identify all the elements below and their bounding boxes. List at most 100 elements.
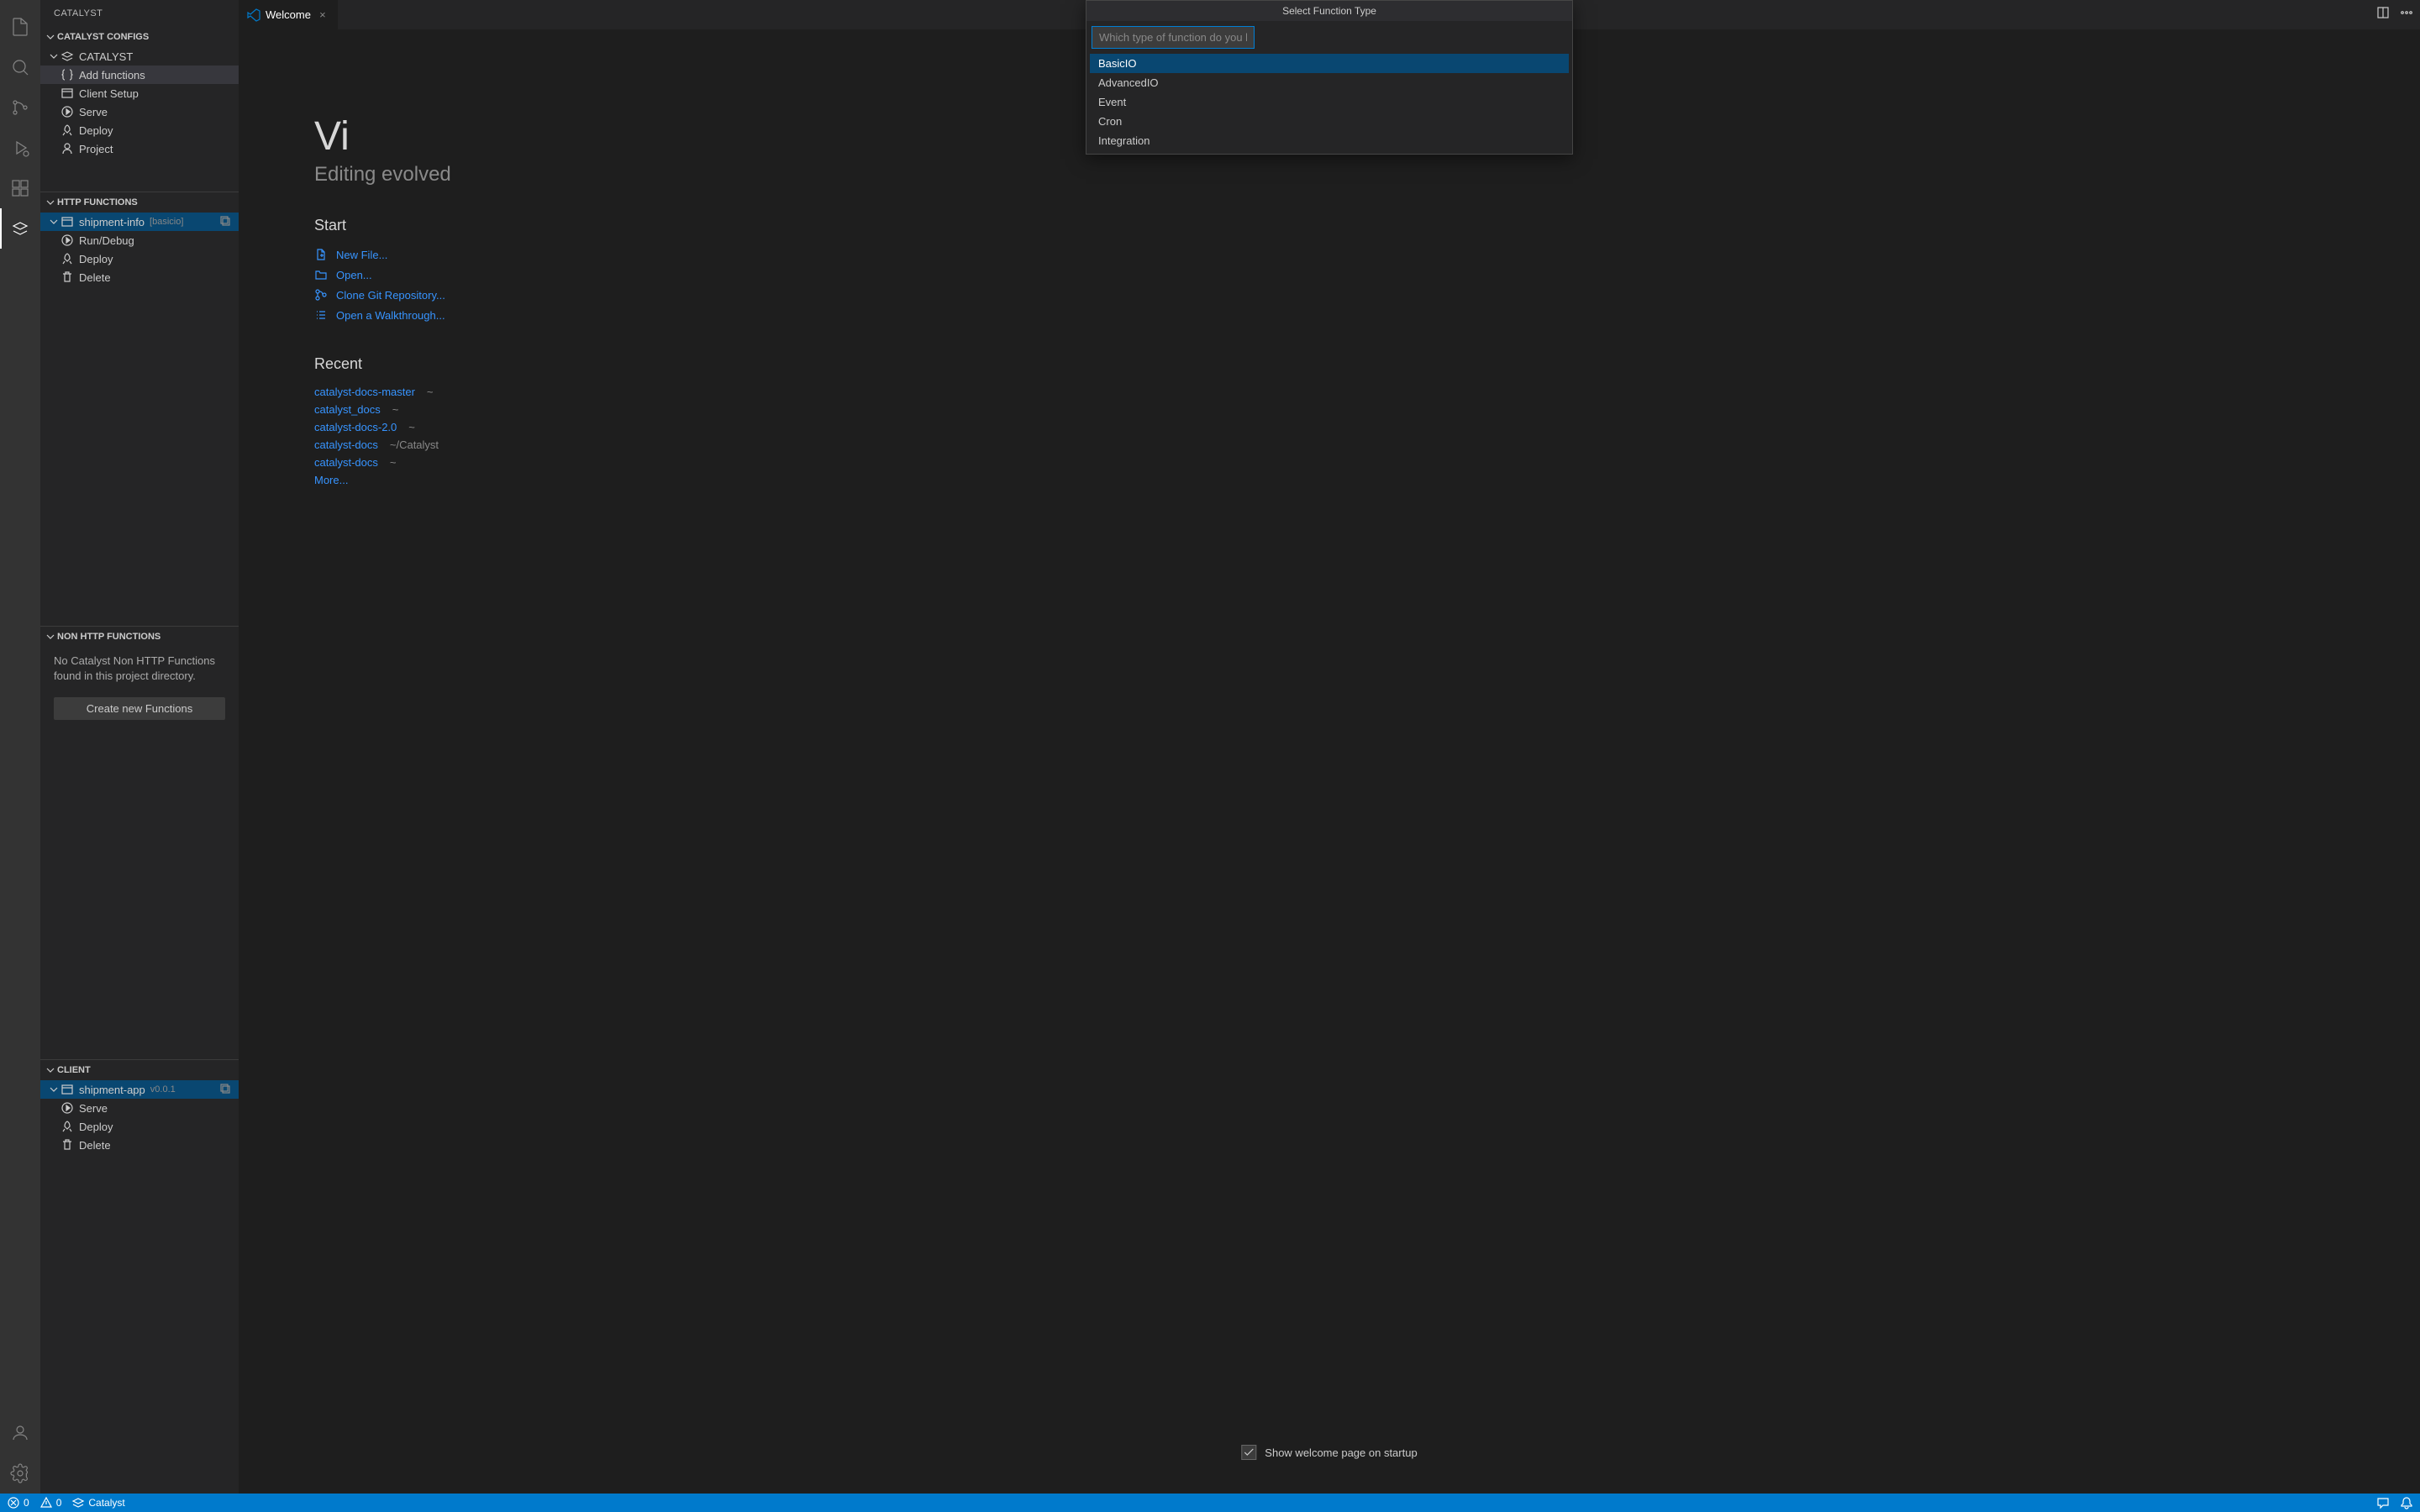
tree-item-deploy[interactable]: Deploy [40,121,239,139]
section-header-client[interactable]: CLIENT [40,1060,239,1080]
startup-checkbox[interactable] [1241,1445,1256,1460]
quickpick-input[interactable] [1092,26,1255,49]
section-header-label: NON HTTP FUNCTIONS [57,632,160,642]
recent-item[interactable]: catalyst_docs ~ [314,401,2420,418]
recent-item[interactable]: catalyst-docs ~/Catalyst [314,436,2420,454]
quickpick-item-integration[interactable]: Integration [1090,131,1569,150]
close-icon[interactable]: × [316,8,329,21]
settings-gear-icon[interactable] [0,1453,40,1494]
tree-item-client-delete[interactable]: Delete [40,1136,239,1154]
start-open[interactable]: Open... [314,265,2420,285]
tree-item-client-deploy[interactable]: Deploy [40,1117,239,1136]
tree-label: CATALYST [79,50,133,63]
start-clone[interactable]: Clone Git Repository... [314,285,2420,305]
bell-icon[interactable] [2400,1496,2413,1509]
recent-header: Recent [314,355,2420,373]
copy-icon[interactable] [218,214,232,230]
search-icon[interactable] [0,47,40,87]
copy-icon[interactable] [218,1082,232,1098]
recent-path: ~ [392,403,399,416]
tab-welcome[interactable]: Welcome × [239,0,339,29]
window-icon [60,87,74,100]
tree-label: Serve [79,1102,108,1115]
create-functions-button[interactable]: Create new Functions [54,697,225,720]
startup-label: Show welcome page on startup [1265,1446,1417,1459]
tree-label: Project [79,143,113,155]
status-tool-label: Catalyst [88,1497,124,1509]
recent-item[interactable]: catalyst-docs ~ [314,454,2420,471]
more-icon[interactable] [2400,6,2413,24]
chevron-down-icon [44,630,57,643]
trash-icon [60,1138,74,1152]
tree-tag: v0.0.1 [150,1084,176,1095]
section-header-http[interactable]: HTTP FUNCTIONS [40,192,239,213]
vscode-icon [247,8,260,22]
recent-path: ~/Catalyst [390,438,439,451]
quickpick-item-event[interactable]: Event [1090,92,1569,112]
recent-name: catalyst-docs-master [314,386,415,398]
rocket-icon [60,252,74,265]
section-header-nonhttp[interactable]: NON HTTP FUNCTIONS [40,627,239,647]
tree-item-shipment-app[interactable]: shipment-app v0.0.1 [40,1080,239,1099]
status-errors[interactable]: 0 [7,1496,29,1509]
recent-item[interactable]: catalyst-docs-master ~ [314,383,2420,401]
list-icon [314,308,328,322]
tree-item-run-debug[interactable]: Run/Debug [40,231,239,249]
tree-item-shipment-info[interactable]: shipment-info [basicio] [40,213,239,231]
tree-item-project[interactable]: Project [40,139,239,158]
tree-item-serve[interactable]: Serve [40,102,239,121]
tree-label: Client Setup [79,87,139,100]
tree-label: Deploy [79,253,113,265]
section-header-label: CLIENT [57,1065,91,1075]
new-file-icon [314,248,328,261]
tab-label: Welcome [266,8,311,21]
recent-more[interactable]: More... [314,471,2420,489]
feedback-icon[interactable] [2376,1496,2390,1509]
section-header-configs[interactable]: CATALYST CONFIGS [40,27,239,47]
recent-name: catalyst-docs [314,456,378,469]
section-header-label: CATALYST CONFIGS [57,32,149,42]
accounts-icon[interactable] [0,1413,40,1453]
tree-root-catalyst[interactable]: CATALYST [40,47,239,66]
recent-item[interactable]: catalyst-docs-2.0 ~ [314,418,2420,436]
status-error-count: 0 [24,1497,29,1509]
recent-path: ~ [408,421,415,433]
status-tool[interactable]: Catalyst [71,1496,124,1509]
window-icon [60,215,74,228]
tree-label: Deploy [79,124,113,137]
editor-area: Welcome × Vi Editing evolved Start New F… [239,0,2420,1494]
sidebar: CATALYST CATALYST CONFIGS CATALYST Add f… [40,0,239,1494]
tree-label: Delete [79,271,111,284]
run-debug-icon[interactable] [0,128,40,168]
quickpick-list: BasicIO AdvancedIO Event Cron Integratio… [1086,54,1572,154]
trash-icon [60,270,74,284]
section-header-label: HTTP FUNCTIONS [57,197,138,207]
tree-item-http-deploy[interactable]: Deploy [40,249,239,268]
catalyst-icon[interactable] [0,208,40,249]
start-walkthrough[interactable]: Open a Walkthrough... [314,305,2420,325]
explorer-icon[interactable] [0,7,40,47]
startup-checkbox-row: Show welcome page on startup [1241,1445,1417,1460]
tree-item-client-setup[interactable]: Client Setup [40,84,239,102]
extensions-icon[interactable] [0,168,40,208]
start-header: Start [314,217,2420,234]
tree-tag: [basicio] [150,217,183,227]
git-icon [314,288,328,302]
quickpick-title: Select Function Type [1086,1,1572,21]
status-warnings[interactable]: 0 [39,1496,62,1509]
quickpick-item-basicio[interactable]: BasicIO [1090,54,1569,73]
tree-item-add-functions[interactable]: Add functions [40,66,239,84]
quickpick-item-cron[interactable]: Cron [1090,112,1569,131]
rocket-icon [60,123,74,137]
empty-message: No Catalyst Non HTTP Functions found in … [40,647,239,690]
play-icon [60,1101,74,1115]
quickpick-item-advancedio[interactable]: AdvancedIO [1090,73,1569,92]
chevron-down-icon [44,1063,57,1077]
source-control-icon[interactable] [0,87,40,128]
tree-item-http-delete[interactable]: Delete [40,268,239,286]
tree-item-client-serve[interactable]: Serve [40,1099,239,1117]
play-icon [60,234,74,247]
split-editor-icon[interactable] [2376,6,2390,24]
start-new-file[interactable]: New File... [314,244,2420,265]
welcome-subtitle: Editing evolved [314,163,2420,186]
